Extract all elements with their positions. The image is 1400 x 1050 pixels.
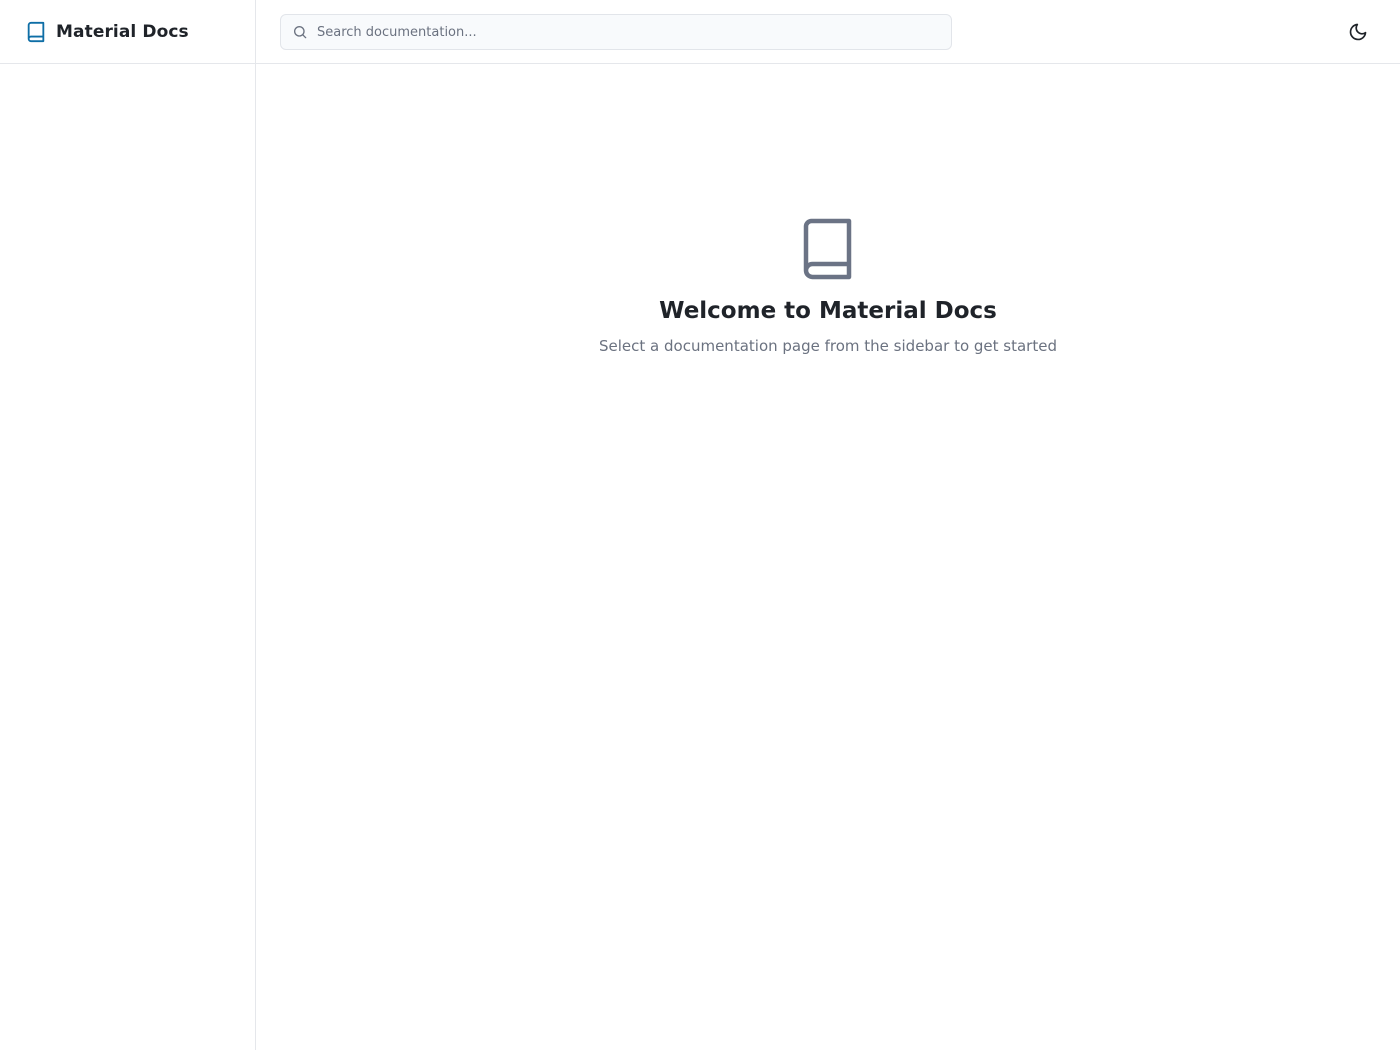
brand-title: Material Docs [56, 21, 189, 42]
welcome-subtitle: Select a documentation page from the sid… [599, 337, 1057, 355]
welcome-panel: Welcome to Material Docs Select a docume… [256, 218, 1400, 355]
app-window: Material Docs Search documentation... We… [0, 0, 1400, 1050]
top-header: Material Docs [0, 0, 1400, 64]
search-box[interactable] [280, 14, 952, 50]
book-icon [802, 218, 854, 280]
moon-icon [1348, 22, 1368, 42]
brand[interactable]: Material Docs [0, 0, 256, 63]
sidebar [0, 64, 256, 1050]
search-icon [292, 24, 308, 40]
search-input[interactable] [317, 24, 937, 40]
theme-toggle-button[interactable] [1340, 14, 1376, 50]
book-icon [25, 21, 47, 43]
main-content: Welcome to Material Docs Select a docume… [256, 64, 1400, 1050]
welcome-title: Welcome to Material Docs [659, 298, 997, 324]
